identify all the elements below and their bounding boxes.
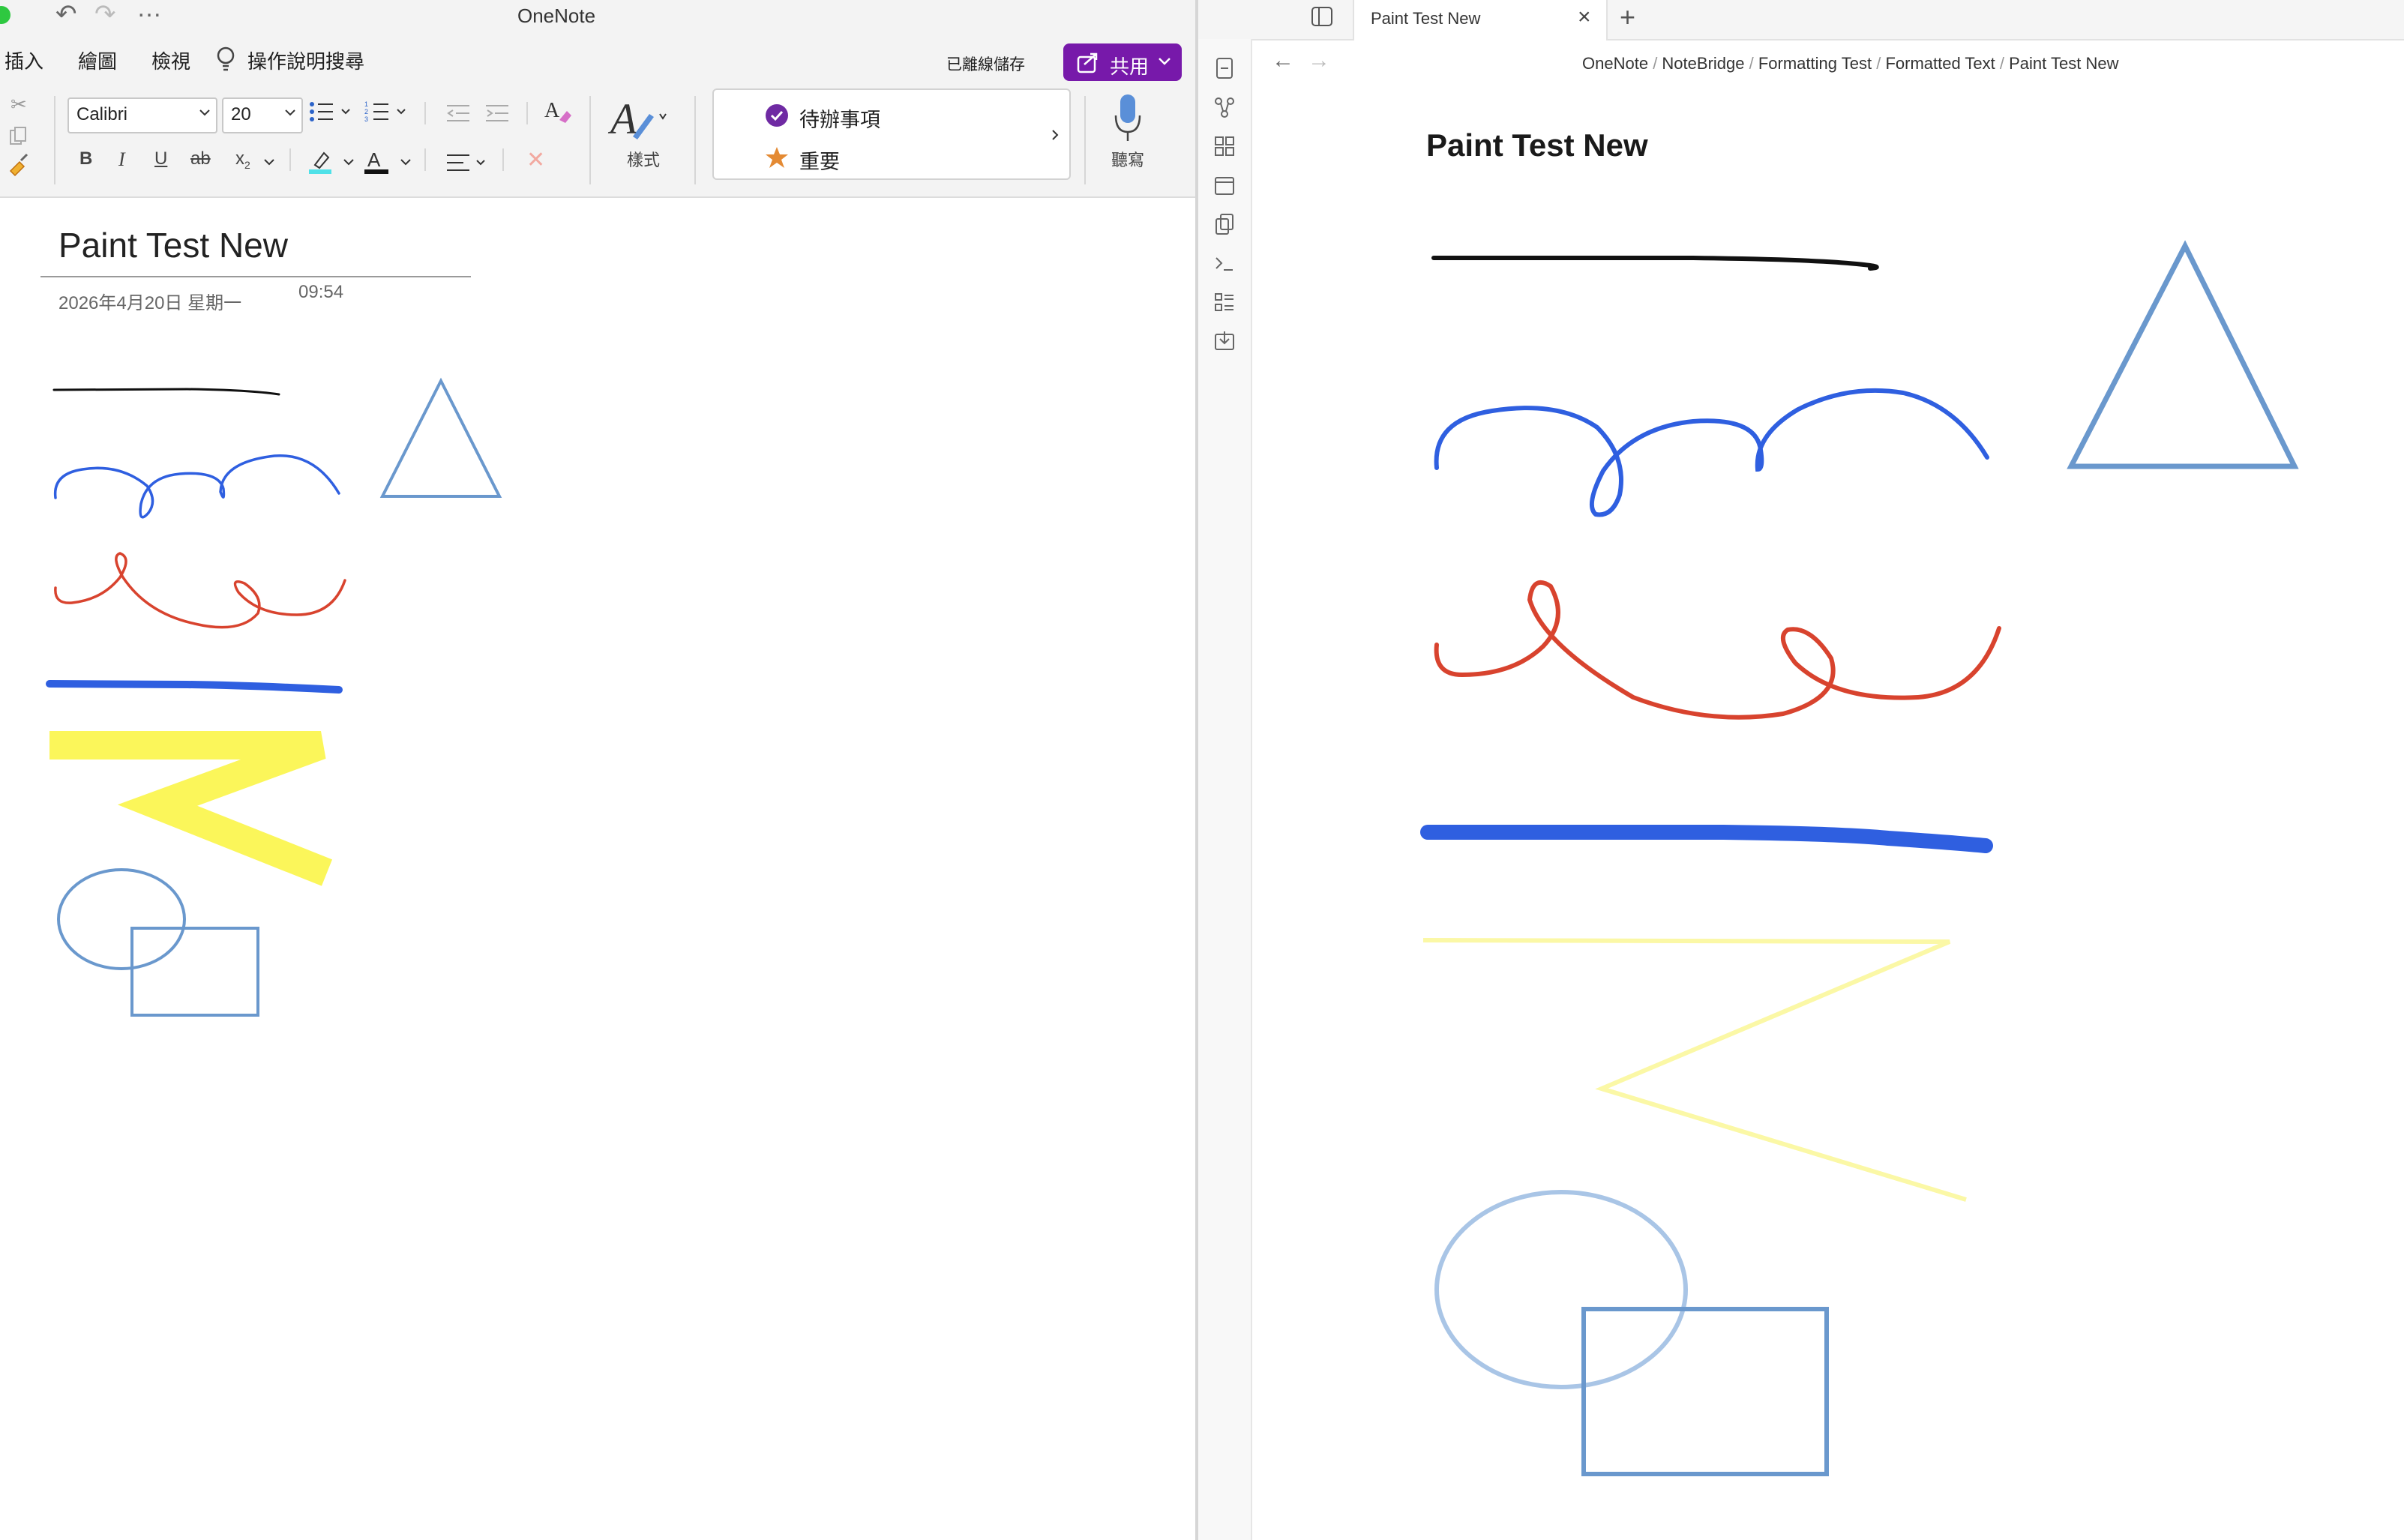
shape-triangle	[2067, 240, 2299, 469]
shape-triangle	[379, 377, 502, 498]
ink-red-loops	[1434, 580, 2001, 720]
shape-ellipse	[1434, 1190, 1688, 1389]
notebridge-window: Paint Test New × + ← → OneNote / NoteBri…	[1198, 0, 2404, 1540]
ink-red-loops	[54, 552, 346, 629]
ink-black-line	[52, 388, 280, 396]
onenote-ink-canvas[interactable]	[0, 0, 1197, 1540]
shape-rectangle	[130, 927, 259, 1017]
ink-black-line	[1431, 256, 1879, 271]
ink-blue-thick-line	[1420, 825, 1993, 853]
ink-blue-thick-line	[46, 680, 343, 694]
ink-blue-loops	[53, 454, 340, 519]
ink-yellow-highlighter	[49, 731, 333, 886]
notebridge-ink-canvas[interactable]	[1198, 0, 2404, 1540]
onenote-window: ↶ ↷ … OneNote 插入 繪圖 檢視 操作說明搜尋 已離線儲存 共用 ✂	[0, 0, 1197, 1540]
ink-yellow-highlighter	[1422, 938, 1967, 1202]
shape-ellipse	[57, 868, 186, 970]
ink-blue-loops	[1434, 388, 1989, 517]
shape-rectangle	[1581, 1307, 1829, 1476]
